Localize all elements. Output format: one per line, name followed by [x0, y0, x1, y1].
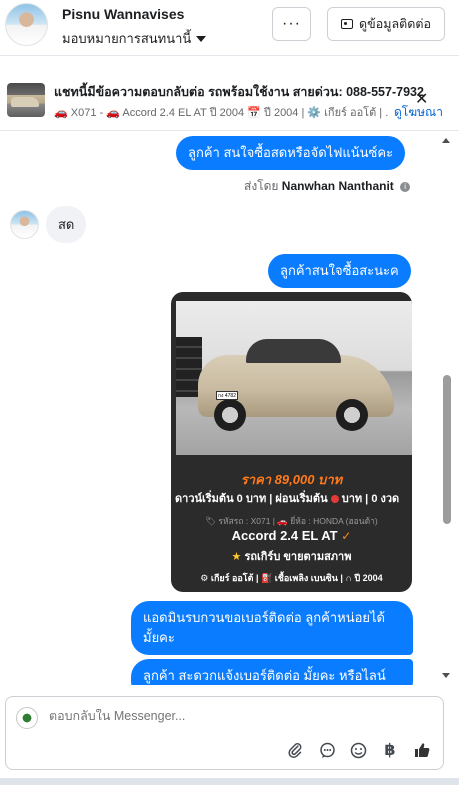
scroll-down-arrow-icon[interactable]: [442, 673, 450, 678]
car-condition: ★ รถเกิร์บ ขายตามสภาพ: [171, 547, 412, 565]
message-list: ลูกค้า สนใจซื้อสดหรือจัดไฟแน้นซ์คะ ส่งโด…: [0, 132, 459, 685]
car-listing-image[interactable]: กง 4782 ราคา 89,000 บาท ดาวน์เริ่มต้น 0 …: [171, 292, 412, 592]
reply-input[interactable]: [49, 709, 349, 723]
contact-avatar[interactable]: [5, 3, 48, 46]
sent-by-line: ส่งโดย Nanwhan Nanthanit i: [244, 177, 411, 196]
ad-subtitle: 🚗 X071 - 🚗 Accord 2.4 EL AT ปี 2004 📅 ปี…: [54, 107, 389, 119]
ad-context-banner: แชทนี้มีข้อความตอบกลับต่อ รถพร้อมใช้งาน …: [0, 69, 459, 131]
message-incoming: สด: [46, 206, 87, 243]
car-window: [246, 339, 341, 363]
bottom-divider: [0, 778, 459, 785]
contact-card-icon: [341, 19, 354, 29]
message-outgoing: แอดมินรบกวนขอเบอร์ติดต่อ ลูกค้าหน่อยได้ม…: [131, 601, 413, 655]
sent-by-prefix: ส่งโดย: [244, 179, 279, 193]
baht-icon[interactable]: ฿: [379, 739, 401, 761]
ad-thumbnail[interactable]: [7, 83, 45, 117]
ad-title: แชทนี้มีข้อความตอบกลับต่อ รถพร้อมใช้งาน …: [54, 85, 424, 99]
star-icon: ★: [231, 551, 242, 563]
car-model: Accord 2.4 EL AT ✓: [171, 528, 412, 543]
speech-bubble-icon[interactable]: [316, 739, 338, 761]
down-suffix: บาท | 0 งวด: [341, 493, 400, 505]
car-wheel: [214, 399, 246, 431]
license-plate: กง 4782: [216, 391, 238, 400]
sent-by-name: Nanwhan Nanthanit: [281, 179, 394, 193]
scrollbar-thumb[interactable]: [443, 375, 451, 524]
messenger-chat-panel: Pisnu Wannavises มอบหมายการสนทนานี้ ··· …: [0, 0, 459, 785]
contact-avatar-small: [10, 210, 39, 239]
page-logo: [16, 707, 38, 729]
close-icon[interactable]: ✕: [415, 89, 428, 109]
reply-composer: ฿: [5, 696, 444, 770]
message-outgoing: ลูกค้า สนใจซื้อสดหรือจัดไฟแน้นซ์คะ: [176, 136, 406, 170]
check-circle-icon: ✓: [341, 529, 352, 543]
contact-name[interactable]: Pisnu Wannavises: [62, 6, 184, 22]
red-dot-icon: [330, 495, 339, 504]
message-outgoing: ลูกค้า สะดวกแจ้งเบอร์ติดต่อ มั้ยคะ หรือไ…: [131, 659, 413, 685]
paperclip-icon[interactable]: [284, 739, 306, 761]
assign-label: มอบหมายการสนทนานี้: [62, 31, 192, 46]
car-code-brand: 🏷 รหัสรถ : X071 | 🚗 ยี่ห้อ : HONDA (ฮอนด…: [205, 516, 378, 526]
car-specs: ⚙ เกียร์ ออโต้ | ⛽ เชื้อเพลิง เบนซิน | ∩…: [200, 573, 383, 583]
car-down-payment: ดาวน์เริ่มต้น 0 บาท | ผ่อนเริ่มต้น บาท |…: [175, 489, 412, 507]
more-options-button[interactable]: ···: [272, 7, 311, 41]
assign-conversation-dropdown[interactable]: มอบหมายการสนทนานี้: [62, 28, 207, 49]
info-icon[interactable]: i: [400, 181, 411, 192]
view-contact-info-button[interactable]: ดูข้อมูลติดต่อ: [327, 7, 445, 41]
message-outgoing: ลูกค้าสนใจซื้อสะนะค: [268, 254, 411, 288]
scroll-up-arrow-icon[interactable]: [442, 138, 450, 143]
down-prefix: ดาวน์เริ่มต้น 0 บาท | ผ่อนเริ่มต้น: [175, 493, 328, 505]
car-photo: กง 4782: [176, 301, 412, 455]
thumbs-up-icon[interactable]: [411, 739, 433, 761]
chevron-down-icon: [196, 36, 207, 42]
chat-header: Pisnu Wannavises มอบหมายการสนทนานี้ ··· …: [0, 0, 459, 56]
car-price: ราคา 89,000 บาท: [240, 472, 343, 487]
car-wheel: [336, 399, 368, 431]
car-model-text: Accord 2.4 EL AT: [231, 528, 338, 543]
view-contact-info-label: ดูข้อมูลติดต่อ: [359, 17, 431, 31]
emoji-icon[interactable]: [347, 739, 369, 761]
car-condition-text: รถเกิร์บ ขายตามสภาพ: [244, 551, 352, 563]
more-dots-icon: ···: [282, 15, 301, 32]
